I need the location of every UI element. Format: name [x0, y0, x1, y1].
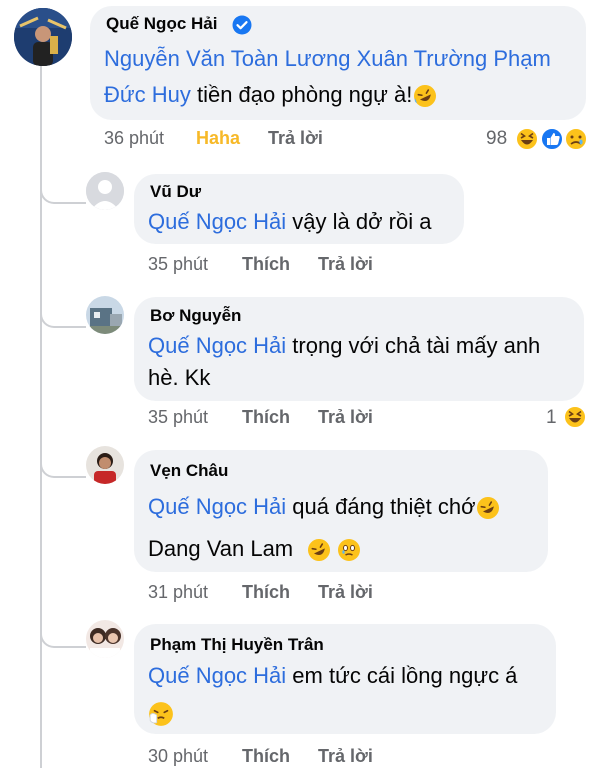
reaction-count[interactable]: 1 — [546, 407, 557, 429]
reaction-icons[interactable] — [514, 126, 588, 152]
mention-link[interactable]: Quế Ngọc Hải — [148, 663, 286, 688]
avatar[interactable] — [86, 296, 124, 334]
comment-text — [148, 698, 174, 728]
avatar[interactable] — [14, 8, 72, 66]
reply-button[interactable]: Trả lời — [318, 582, 373, 603]
reply-button[interactable]: Trả lời — [318, 407, 373, 428]
avatar[interactable] — [86, 446, 124, 484]
comment-text: Quế Ngọc Hải vậy là dở rồi a — [148, 209, 432, 234]
avatar-photo-icon — [86, 446, 124, 484]
verified-badge-icon — [232, 15, 252, 35]
comment-text: Nguyễn Văn Toàn Lương Xuân Trường Phạm — [104, 44, 551, 74]
haha-icon — [515, 127, 539, 151]
sneezing-face-icon — [149, 702, 173, 727]
reaction-haha-button[interactable]: Haha — [196, 128, 240, 149]
comment-author[interactable]: Phạm Thị Huyền Trân — [150, 635, 324, 655]
reply-connector — [40, 300, 86, 328]
reaction-count[interactable]: 98 — [486, 128, 507, 150]
comment-text: Quế Ngọc Hải quá đáng thiệt chớ — [148, 492, 500, 522]
reply-connector — [40, 620, 86, 648]
comment-author[interactable]: Vẹn Châu — [150, 461, 228, 481]
like-button[interactable]: Thích — [242, 746, 290, 767]
mention-link[interactable]: Quế Ngọc Hải — [148, 494, 286, 519]
like-icon — [540, 127, 564, 151]
comment-time[interactable]: 35 phút — [148, 407, 208, 428]
avatar[interactable] — [86, 172, 124, 210]
thread-line — [40, 66, 42, 768]
avatar-photo-icon — [86, 620, 124, 658]
like-button[interactable]: Thích — [242, 582, 290, 603]
comment-author[interactable]: Vũ Dư — [150, 182, 201, 202]
avatar-photo-icon — [14, 8, 72, 66]
reply-button[interactable]: Trả lời — [318, 254, 373, 275]
rofl-emoji-icon — [308, 539, 331, 562]
mention-link[interactable]: Quế Ngọc Hải — [148, 209, 286, 234]
default-avatar-icon — [86, 172, 124, 210]
sad-icon — [564, 127, 588, 151]
reply-button[interactable]: Trả lời — [268, 128, 323, 149]
comment-text: Đức Huy tiền đạo phòng ngự à! — [104, 80, 437, 110]
rofl-emoji-icon — [414, 85, 437, 108]
comment-author[interactable]: Bơ Nguyễn — [150, 306, 241, 326]
comment-text: Quế Ngọc Hải em tức cái lồng ngực á — [148, 663, 518, 688]
comment-time[interactable]: 30 phút — [148, 746, 208, 767]
avatar-photo-icon — [86, 296, 124, 334]
mention-link[interactable]: Đức Huy — [104, 82, 191, 107]
mention-link[interactable]: Quế Ngọc Hải — [148, 333, 286, 358]
mention-link[interactable]: Nguyễn Văn Toàn Lương Xuân Trường Phạm — [104, 46, 551, 71]
comment-text: hè. Kk — [148, 365, 211, 390]
like-button[interactable]: Thích — [242, 407, 290, 428]
comment-text: Dang Van Lam — [148, 534, 361, 564]
haha-icon[interactable] — [562, 404, 588, 430]
comment-time[interactable]: 35 phút — [148, 254, 208, 275]
comment-time[interactable]: 36 phút — [104, 128, 164, 149]
comment-time[interactable]: 31 phút — [148, 582, 208, 603]
reply-button[interactable]: Trả lời — [318, 746, 373, 767]
like-button[interactable]: Thích — [242, 254, 290, 275]
reply-connector — [40, 176, 86, 204]
comment-text: Quế Ngọc Hải trọng với chả tài mấy anh — [148, 333, 541, 358]
holding-back-tears-icon — [338, 539, 361, 562]
rofl-emoji-icon — [476, 497, 499, 520]
comment-author[interactable]: Quế Ngọc Hải — [106, 14, 217, 34]
avatar[interactable] — [86, 620, 124, 658]
reply-connector — [40, 450, 86, 478]
